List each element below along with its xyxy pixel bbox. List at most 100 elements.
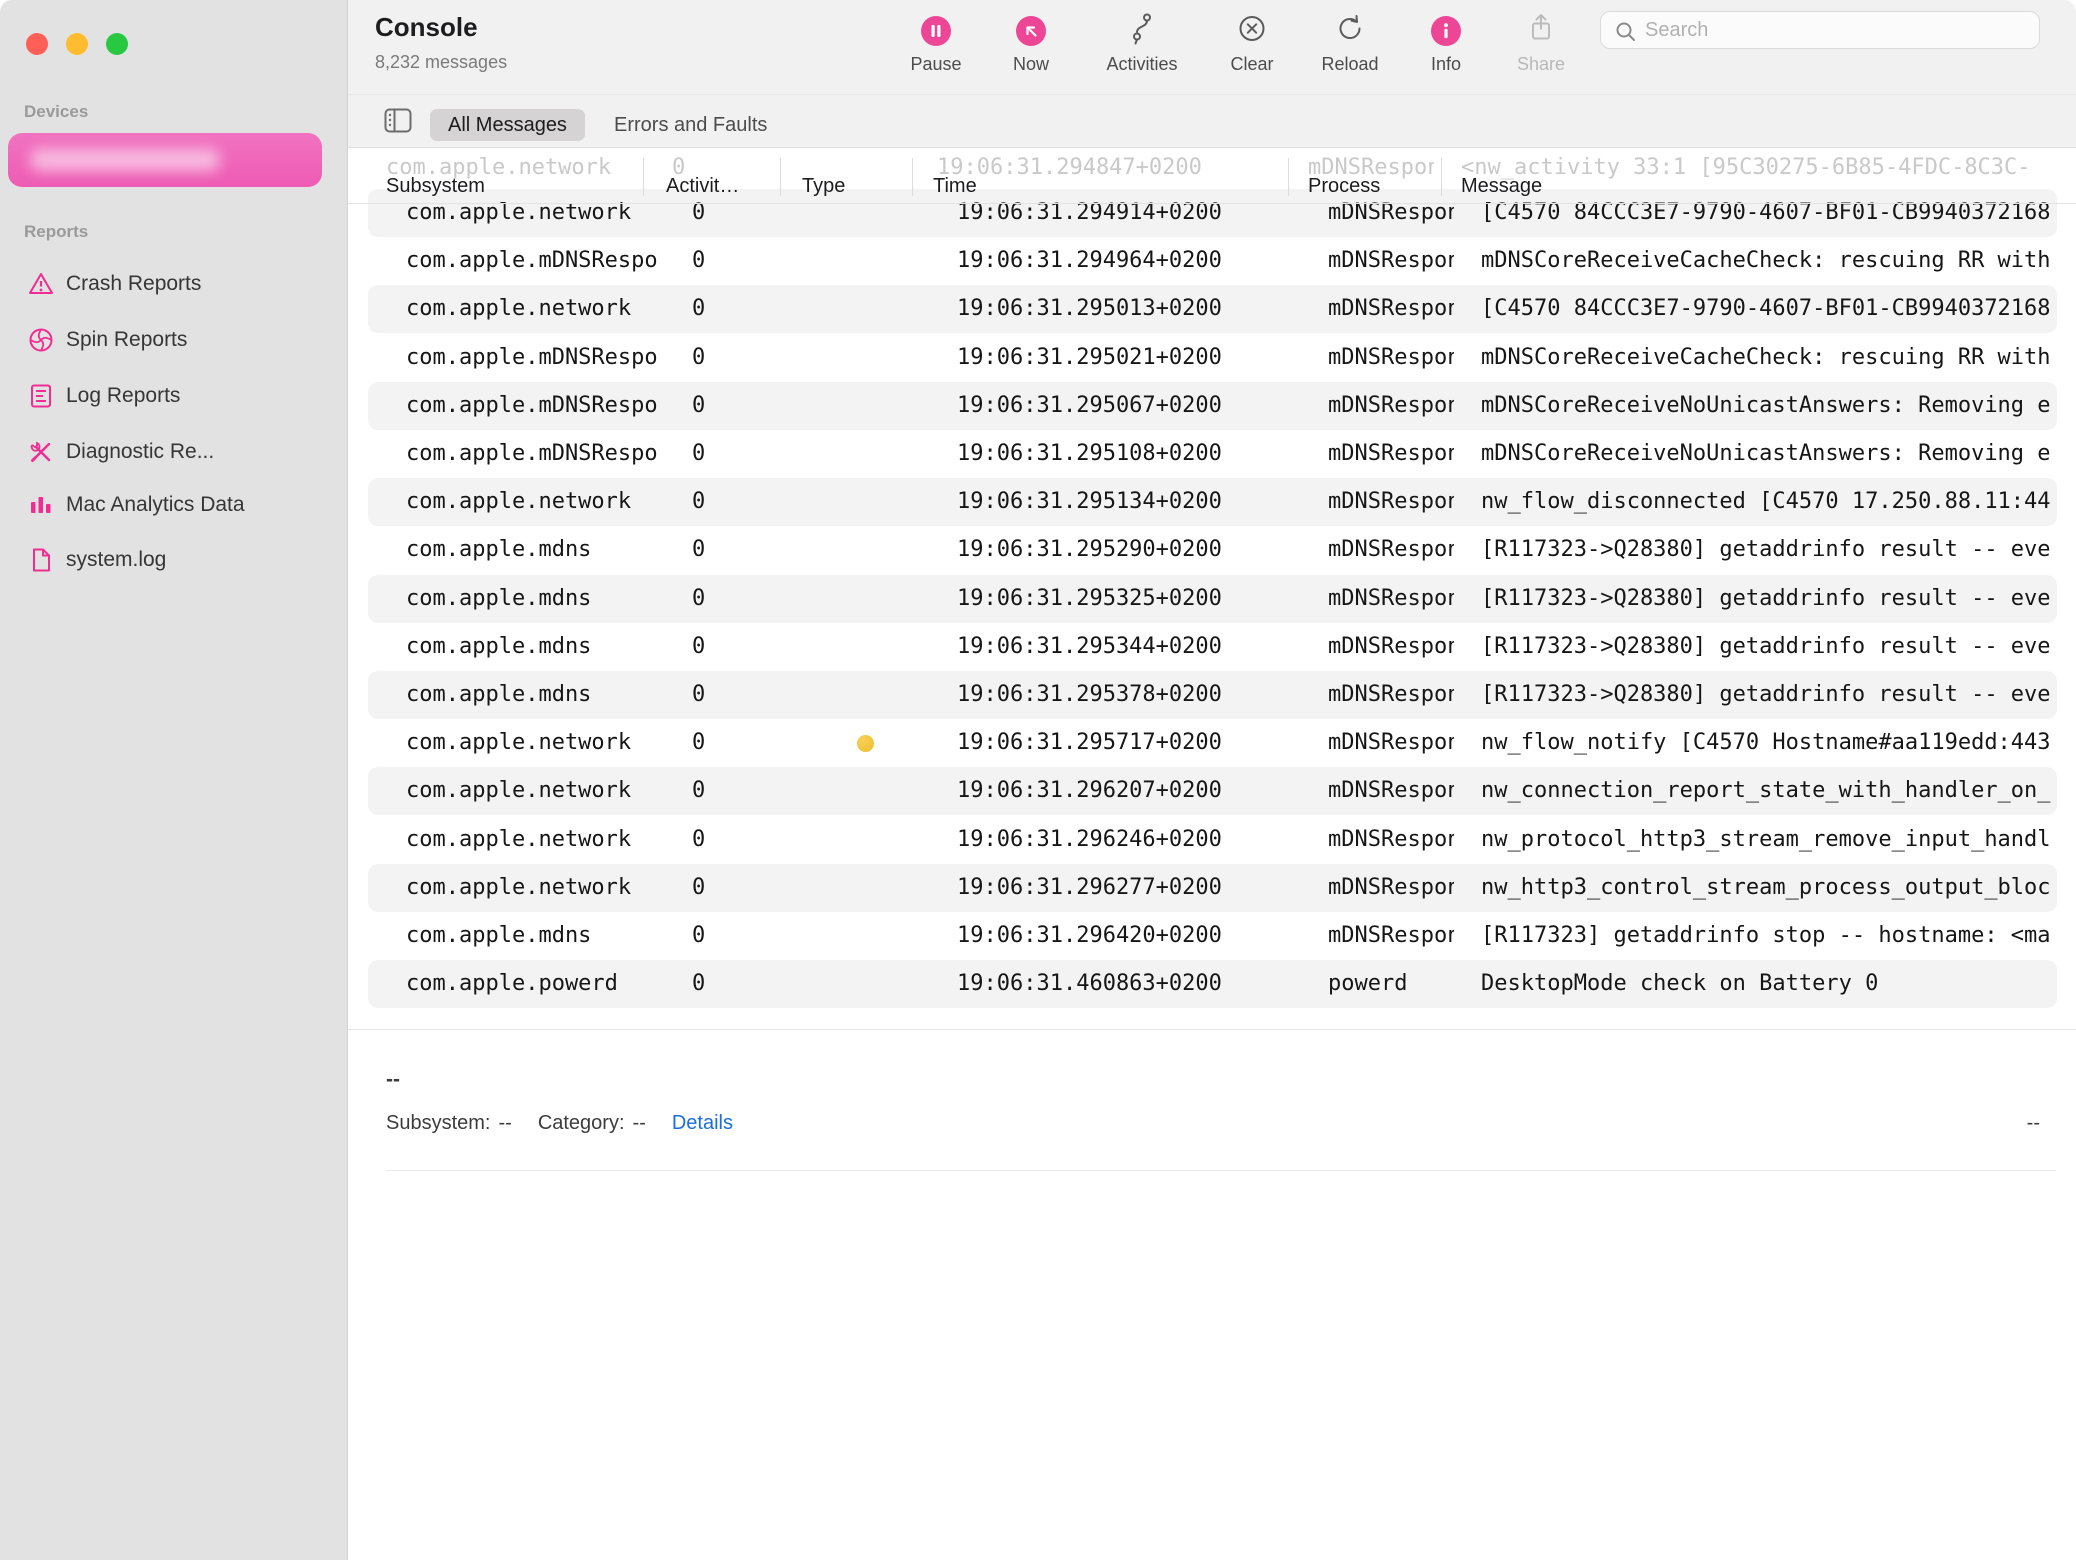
column-header-type[interactable]: Type <box>802 168 845 204</box>
table-cell: mDNSCoreReceiveCacheCheck: rescuing RR w… <box>1481 237 2059 285</box>
column-divider[interactable] <box>643 158 644 196</box>
table-cell: [C4570 84CCC3E7-9790-4607-BF01-CB9940372… <box>1481 285 2059 333</box>
sidebar-toggle-icon[interactable] <box>384 108 412 134</box>
table-row[interactable]: com.apple.mDNSResponder019:06:31.294964+… <box>368 237 2057 285</box>
table-row[interactable]: com.apple.network019:06:31.296207+0200mD… <box>368 767 2057 815</box>
table-row[interactable]: com.apple.mDNSResponder019:06:31.295108+… <box>368 430 2057 478</box>
activities-button-label: Activities <box>1100 54 1184 75</box>
table-row[interactable]: com.apple.network019:06:31.296277+0200mD… <box>368 864 2057 912</box>
table-cell: 19:06:31.295325+0200 <box>957 575 1237 623</box>
table-row[interactable]: com.apple.mdns019:06:31.295344+0200mDNSR… <box>368 623 2057 671</box>
detail-category-value: -- <box>633 1112 646 1134</box>
table-cell: mDNSResponder <box>1328 671 1454 719</box>
zoom-window-button[interactable] <box>106 33 128 55</box>
sidebar-item-log-reports[interactable]: Log Reports <box>0 374 348 418</box>
table-cell: mDNSResponder <box>1328 767 1454 815</box>
table-cell: mDNSCoreReceiveNoUnicastAnswers: Removin… <box>1481 382 2059 430</box>
table-cell: com.apple.mDNSResponder <box>406 334 658 382</box>
column-header-process[interactable]: Process <box>1308 168 1380 204</box>
table-cell: com.apple.mdns <box>406 623 658 671</box>
sidebar-item-label: Spin Reports <box>66 318 187 362</box>
table-cell: 19:06:31.294964+0200 <box>957 237 1237 285</box>
table-row[interactable]: com.apple.mdns019:06:31.296420+0200mDNSR… <box>368 912 2057 960</box>
sidebar-item-system-log[interactable]: system.log <box>0 538 348 582</box>
clear-button[interactable]: Clear <box>1210 8 1294 92</box>
tools-icon <box>28 439 54 465</box>
table-cell: 0 <box>692 430 762 478</box>
table-cell: mDNSResponder <box>1328 816 1454 864</box>
table-cell: 0 <box>692 526 762 574</box>
table-row[interactable]: com.apple.network 0 19:06:31.296246+0200 mD… <box>368 816 2057 864</box>
table-cell: 0 <box>692 334 762 382</box>
search-field[interactable] <box>1600 11 2040 49</box>
table-row[interactable]: com.apple.network019:06:31.295134+0200mD… <box>368 478 2057 526</box>
table-cell: com.apple.powerd <box>406 960 658 1008</box>
pause-button[interactable]: Pause <box>894 8 978 92</box>
table-cell: 19:06:31.296277+0200 <box>957 864 1237 912</box>
table-cell: com.apple.mDNSResponder <box>406 237 658 285</box>
column-divider[interactable] <box>912 158 913 196</box>
table-cell: mDNSResponder <box>1328 237 1454 285</box>
table-cell: 0 <box>692 960 762 1008</box>
detail-info-line: Subsystem:--Category:--Details <box>386 1110 733 1136</box>
pause-icon <box>921 16 951 46</box>
info-icon <box>1431 16 1461 46</box>
activities-button[interactable]: Activities <box>1100 8 1184 92</box>
devices-section-header: Devices <box>24 102 88 122</box>
sidebar-item-selected-device[interactable] <box>8 133 322 187</box>
sidebar-item-label: system.log <box>66 538 166 582</box>
message-count: 8,232 messages <box>375 52 507 73</box>
column-header-activity[interactable]: Activit… <box>666 168 739 204</box>
pinwheel-icon <box>28 327 54 353</box>
share-icon <box>1525 12 1557 51</box>
table-row[interactable]: com.apple.network019:06:31.295717+0200mD… <box>368 719 2057 767</box>
log-type-dot-icon <box>857 735 874 752</box>
sidebar-item-diagnostic-reports[interactable]: Diagnostic Re... <box>0 430 348 474</box>
tab-errors-and-faults[interactable]: Errors and Faults <box>614 109 767 141</box>
table-row[interactable]: com.apple.mDNSResponder019:06:31.295021+… <box>368 334 2057 382</box>
table-cell: mDNSResponder <box>1328 575 1454 623</box>
table-cell: mDNSResponder <box>1328 478 1454 526</box>
share-button[interactable]: Share <box>1499 8 1583 92</box>
table-cell: 0 <box>692 285 762 333</box>
table-cell: 19:06:31.296246+0200 <box>957 816 1237 864</box>
table-cell: nw_connection_report_state_with_handler_… <box>1481 767 2059 815</box>
table-row[interactable]: com.apple.mdns019:06:31.295378+0200mDNSR… <box>368 671 2057 719</box>
device-name-redacted <box>30 149 220 171</box>
now-button[interactable]: Now <box>989 8 1073 92</box>
column-divider[interactable] <box>1288 158 1289 196</box>
column-divider[interactable] <box>1441 158 1442 196</box>
sidebar-item-mac-analytics-data[interactable]: Mac Analytics Data <box>0 483 348 527</box>
sidebar-item-spin-reports[interactable]: Spin Reports <box>0 318 348 362</box>
column-header-subsystem[interactable]: Subsystem <box>386 168 485 204</box>
close-window-button[interactable] <box>26 33 48 55</box>
detail-subsystem-label: Subsystem: <box>386 1112 490 1134</box>
column-divider[interactable] <box>780 158 781 196</box>
reload-button[interactable]: Reload <box>1308 8 1392 92</box>
info-button-label: Info <box>1404 54 1488 75</box>
table-cell: nw_flow_notify [C4570 Hostname#aa119edd:… <box>1481 719 2059 767</box>
details-link[interactable]: Details <box>672 1112 733 1134</box>
detail-bottom-divider <box>386 1170 2056 1171</box>
share-button-label: Share <box>1499 54 1583 75</box>
table-row[interactable]: com.apple.network019:06:31.295013+0200mD… <box>368 285 2057 333</box>
column-header-time[interactable]: Time <box>933 168 977 204</box>
details-pane-divider <box>348 1029 2076 1030</box>
table-cell: com.apple.network <box>406 816 658 864</box>
sidebar-item-label: Diagnostic Re... <box>66 430 214 474</box>
tab-all-messages[interactable]: All Messages <box>430 109 585 141</box>
table-row[interactable]: com.apple.mdns019:06:31.295290+0200mDNSR… <box>368 526 2057 574</box>
table-row[interactable]: com.apple.mdns019:06:31.295325+0200mDNSR… <box>368 575 2057 623</box>
table-row[interactable]: com.apple.powerd019:06:31.460863+0200pow… <box>368 960 2057 1008</box>
column-header-message[interactable]: Message <box>1461 168 1542 204</box>
console-window: Devices Reports Crash Reports Spin Repor… <box>0 0 2076 1560</box>
table-row[interactable]: com.apple.mDNSResponder019:06:31.295067+… <box>368 382 2057 430</box>
table-cell: 0 <box>692 912 762 960</box>
table-cell: DesktopMode check on Battery 0 <box>1481 960 2059 1008</box>
info-button[interactable]: Info <box>1404 8 1488 92</box>
minimize-window-button[interactable] <box>66 33 88 55</box>
search-input[interactable] <box>1645 12 2031 48</box>
table-cell: [R117323->Q28380] getaddrinfo result -- … <box>1481 526 2059 574</box>
table-cell: 0 <box>692 816 762 864</box>
sidebar-item-crash-reports[interactable]: Crash Reports <box>0 262 348 306</box>
